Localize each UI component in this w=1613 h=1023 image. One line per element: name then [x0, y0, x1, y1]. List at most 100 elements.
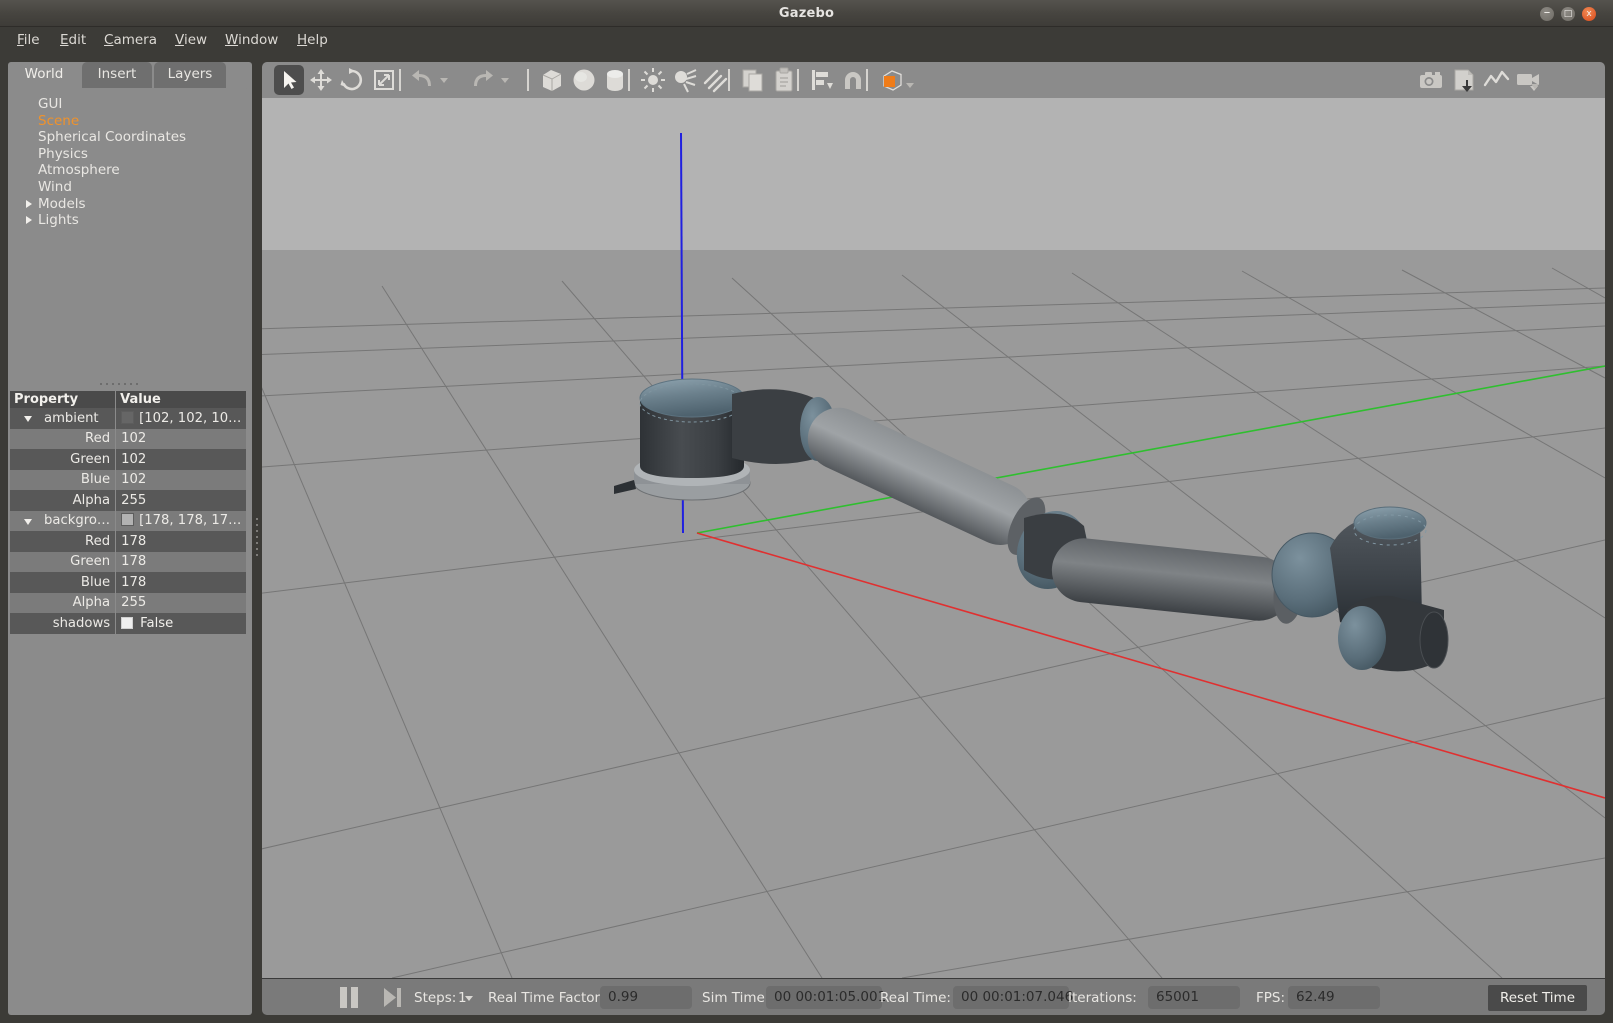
tree-item-physics[interactable]: Physics	[10, 146, 250, 163]
tree-item-atmosphere[interactable]: Atmosphere	[10, 162, 250, 179]
property-key: Alpha	[10, 490, 116, 511]
tree-item-lights[interactable]: Lights	[10, 212, 250, 229]
tree-item-wind[interactable]: Wind	[10, 179, 250, 196]
view-angle-dropdown-icon[interactable]	[906, 83, 914, 88]
property-row[interactable]: Alpha 255	[10, 592, 247, 613]
property-row[interactable]: Green 102	[10, 449, 247, 470]
redo-dropdown-icon[interactable]	[501, 78, 509, 83]
property-value[interactable]: 255	[115, 592, 247, 613]
copy-icon[interactable]	[738, 65, 768, 95]
render-area: Steps: 1 Real Time Factor: 0.99 Sim Time…	[262, 62, 1605, 1015]
property-row[interactable]: Green 178	[10, 551, 247, 572]
property-value[interactable]: [178, 178, 17…	[115, 510, 247, 531]
reset-time-button[interactable]: Reset Time	[1487, 985, 1587, 1011]
property-value[interactable]: 102	[115, 469, 247, 490]
toolbar-separator	[527, 69, 529, 91]
property-value[interactable]: 102	[115, 449, 247, 470]
menu-edit[interactable]: Edit	[53, 27, 93, 54]
property-value[interactable]: False	[115, 613, 247, 634]
pause-button[interactable]	[340, 987, 362, 1008]
iterations-value: 65001	[1148, 986, 1240, 1009]
property-row[interactable]: Alpha 255	[10, 490, 247, 511]
menu-help[interactable]: Help	[290, 27, 335, 54]
rotate-mode-icon[interactable]	[337, 65, 367, 95]
box-icon[interactable]	[537, 65, 567, 95]
property-value[interactable]: 178	[115, 531, 247, 552]
menu-view[interactable]: View	[168, 27, 214, 54]
align-icon[interactable]	[807, 65, 837, 95]
color-swatch[interactable]	[121, 513, 135, 527]
cylinder-icon[interactable]	[600, 65, 630, 95]
directional-light-icon[interactable]	[700, 65, 730, 95]
plot-icon[interactable]	[1481, 65, 1511, 95]
undo-icon[interactable]	[407, 65, 437, 95]
screenshot-icon[interactable]	[1416, 65, 1446, 95]
expand-arrow-icon[interactable]	[26, 199, 32, 208]
toolbar-separator	[728, 69, 730, 91]
paste-icon[interactable]	[769, 65, 799, 95]
tree-item-spherical-coordinates[interactable]: Spherical Coordinates	[10, 129, 250, 146]
tree-item-scene[interactable]: Scene	[10, 113, 250, 130]
tab-layers[interactable]: Layers	[154, 62, 226, 88]
main-splitter[interactable]	[252, 62, 262, 1015]
video-record-dropdown-icon[interactable]	[1531, 84, 1539, 89]
property-row[interactable]: backgro… [178, 178, 17…	[10, 510, 247, 531]
property-column-header: Property	[10, 391, 117, 408]
select-mode-icon[interactable]	[274, 65, 304, 95]
panel-splitter-grip[interactable]	[100, 381, 144, 387]
translate-mode-icon[interactable]	[306, 65, 336, 95]
shoulder-cap	[639, 378, 745, 418]
sphere-icon[interactable]	[569, 65, 599, 95]
3d-viewport[interactable]	[262, 98, 1605, 978]
base-cable	[614, 480, 636, 494]
property-value[interactable]: 178	[115, 572, 247, 593]
spot-light-icon[interactable]	[669, 65, 699, 95]
minimize-button[interactable]: –	[1540, 5, 1554, 21]
scale-mode-icon[interactable]	[369, 65, 399, 95]
checkbox-icon[interactable]	[121, 616, 134, 629]
tree-item-label: Spherical Coordinates	[38, 129, 187, 146]
menu-file[interactable]: File	[10, 27, 47, 54]
title-bar: Gazebo – □ x	[0, 0, 1613, 27]
tree-item-gui[interactable]: GUI	[10, 96, 250, 113]
snap-icon[interactable]	[838, 65, 868, 95]
steps-dropdown-icon[interactable]	[465, 996, 473, 1001]
property-row[interactable]: shadows False	[10, 613, 247, 634]
wrist2-cap	[1353, 506, 1427, 540]
real-time-factor-value: 0.99	[600, 986, 692, 1009]
color-swatch[interactable]	[121, 410, 135, 424]
log-icon[interactable]	[1449, 65, 1479, 95]
scene-svg	[262, 132, 1605, 978]
iterations-label: Iterations:	[1068, 990, 1137, 1006]
property-row[interactable]: ambient [102, 102, 10…	[10, 408, 247, 429]
property-key: Green	[10, 551, 116, 572]
property-value[interactable]: 178	[115, 551, 247, 572]
maximize-button[interactable]: □	[1561, 7, 1575, 21]
menu-camera[interactable]: Camera	[97, 27, 164, 54]
point-light-icon[interactable]	[638, 65, 668, 95]
view-angle-icon[interactable]	[877, 65, 907, 95]
collapse-arrow-icon[interactable]	[24, 518, 32, 525]
minimize-icon: –	[1543, 5, 1551, 20]
checkbox-label: False	[140, 615, 174, 631]
undo-dropdown-icon[interactable]	[440, 78, 448, 83]
property-row[interactable]: Blue 102	[10, 469, 247, 490]
property-value[interactable]: 255	[115, 490, 247, 511]
collapse-arrow-icon[interactable]	[24, 416, 32, 422]
tree-item-models[interactable]: Models	[10, 196, 250, 213]
property-value[interactable]: [102, 102, 10…	[115, 408, 247, 429]
property-row[interactable]: Blue 178	[10, 572, 247, 593]
menu-window[interactable]: Window	[218, 27, 285, 54]
tab-insert[interactable]: Insert	[82, 62, 152, 88]
upper-arm-link	[807, 407, 1046, 556]
video-record-icon[interactable]	[1513, 65, 1543, 95]
property-row[interactable]: Red 178	[10, 531, 247, 552]
expand-arrow-icon[interactable]	[26, 216, 32, 225]
tree-item-label: Models	[38, 195, 86, 212]
redo-icon[interactable]	[468, 65, 498, 95]
close-button[interactable]: x	[1582, 7, 1596, 21]
tab-world[interactable]: World	[8, 62, 80, 88]
property-row[interactable]: Red 102	[10, 428, 247, 449]
property-value[interactable]: 102	[115, 428, 247, 449]
step-button[interactable]	[382, 987, 402, 1008]
